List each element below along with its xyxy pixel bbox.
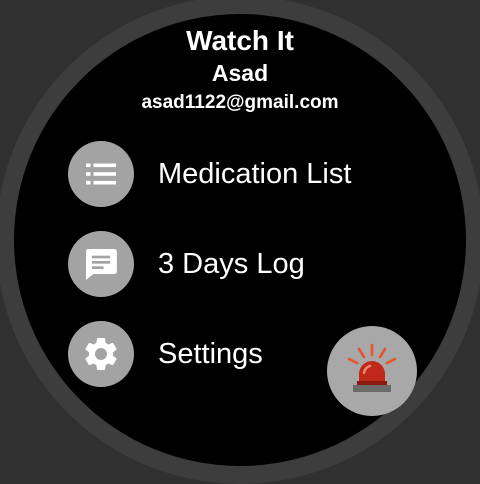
app-title: Watch It	[186, 25, 294, 56]
emergency-alarm-button[interactable]	[327, 326, 417, 416]
menu-item-label: 3 Days Log	[158, 247, 305, 280]
menu-item-label: Settings	[158, 337, 263, 370]
menu-item-label: Medication List	[158, 157, 352, 190]
user-email: asad1122@gmail.com	[141, 92, 339, 113]
emergency-siren-icon	[347, 343, 397, 392]
menu-item-3-days-log[interactable]: 3 Days Log	[68, 231, 305, 297]
list-icon	[68, 141, 134, 207]
menu-item-medication-list[interactable]: Medication List	[68, 141, 351, 207]
gear-icon	[68, 321, 134, 387]
user-name: Asad	[211, 60, 269, 86]
menu-item-settings[interactable]: Settings	[68, 321, 263, 387]
message-icon	[68, 231, 134, 297]
